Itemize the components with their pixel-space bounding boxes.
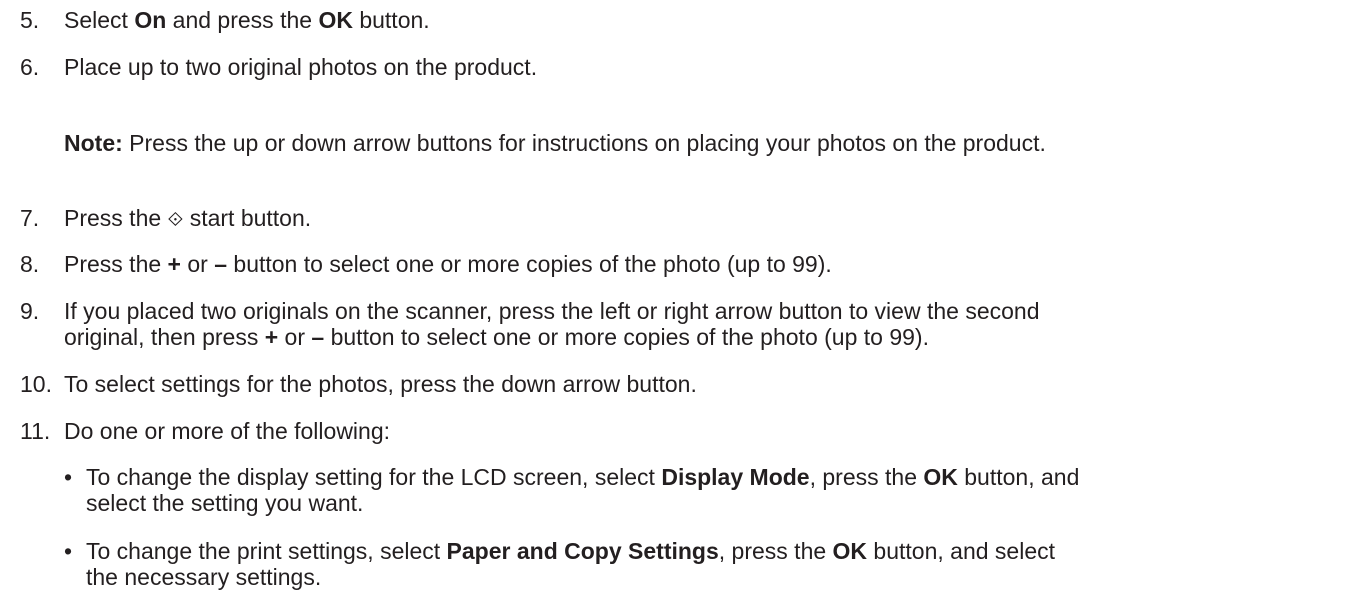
step-number: 9. [20, 298, 40, 324]
note-label: Note: [64, 130, 123, 156]
list-item-keyword: Paper and Copy Settings [446, 538, 719, 564]
step-text-line: original, then press + or – button to se… [64, 323, 929, 351]
bullet-icon: • [64, 464, 73, 490]
manual-page: 5. Select On and press the OK button. 6.… [0, 0, 1357, 600]
step-text: Press the ⟐ start button. [64, 204, 1344, 233]
step-text: Do one or more of the following: [64, 418, 391, 444]
bullet-icon: • [64, 538, 73, 564]
list-item-part: button, and select [867, 538, 1056, 564]
step-number: 7. [20, 205, 40, 231]
step-number: 11. [20, 418, 51, 444]
step-text-part: original, then press [64, 324, 265, 350]
step-text-part: Press the [64, 251, 168, 277]
step-number: 5. [20, 7, 40, 33]
step-text-part: start button. [183, 205, 312, 231]
step-text-part: and press the [166, 7, 319, 33]
step-keyword: – [214, 251, 228, 277]
step-number: 6. [20, 54, 40, 80]
note: Note: Press the up or down arrow buttons… [64, 129, 1344, 157]
list-item-line: select the setting you want. [86, 490, 364, 516]
start-icon: ⟐ [167, 207, 184, 231]
step-number: 8. [20, 251, 40, 277]
step-keyword: On [134, 7, 167, 33]
note-text: Press the up or down arrow buttons for i… [122, 130, 1046, 156]
list-item-keyword: Display Mode [661, 464, 810, 490]
list-item-line: the necessary settings. [86, 564, 322, 590]
list-item-line: To change the print settings, select Pap… [86, 537, 1055, 565]
step-text-part: or [278, 324, 312, 350]
step-text: Select On and press the OK button. [64, 6, 1344, 34]
step-keyword: + [167, 251, 181, 277]
step-number: 10. [20, 371, 52, 397]
step-text: Press the + or – button to select one or… [64, 250, 1344, 278]
step-keyword: – [311, 324, 325, 350]
list-item-line: To change the display setting for the LC… [86, 463, 1079, 491]
step-text-line: If you placed two originals on the scann… [64, 298, 1040, 324]
step-text: Place up to two original photos on the p… [64, 54, 538, 80]
list-item-keyword: OK [923, 464, 958, 490]
list-item-part: To change the print settings, select [86, 538, 447, 564]
step-text-part: button. [352, 7, 430, 33]
step-keyword: OK [318, 7, 353, 33]
step-text-part: or [180, 251, 215, 277]
list-item-keyword: OK [832, 538, 868, 564]
step-text-part: button to select one or more copies of t… [324, 324, 929, 350]
list-item-part: , press the [718, 538, 833, 564]
list-item-part: , press the [809, 464, 924, 490]
step-text-part: button to select one or more copies of t… [227, 251, 832, 277]
step-text-part: Select [64, 7, 135, 33]
list-item-part: To change the display setting for the LC… [86, 464, 662, 490]
list-item-part: button, and [957, 464, 1080, 490]
step-keyword: + [264, 324, 279, 350]
step-text-part: Press the [64, 205, 168, 231]
step-text: To select settings for the photos, press… [64, 371, 697, 397]
